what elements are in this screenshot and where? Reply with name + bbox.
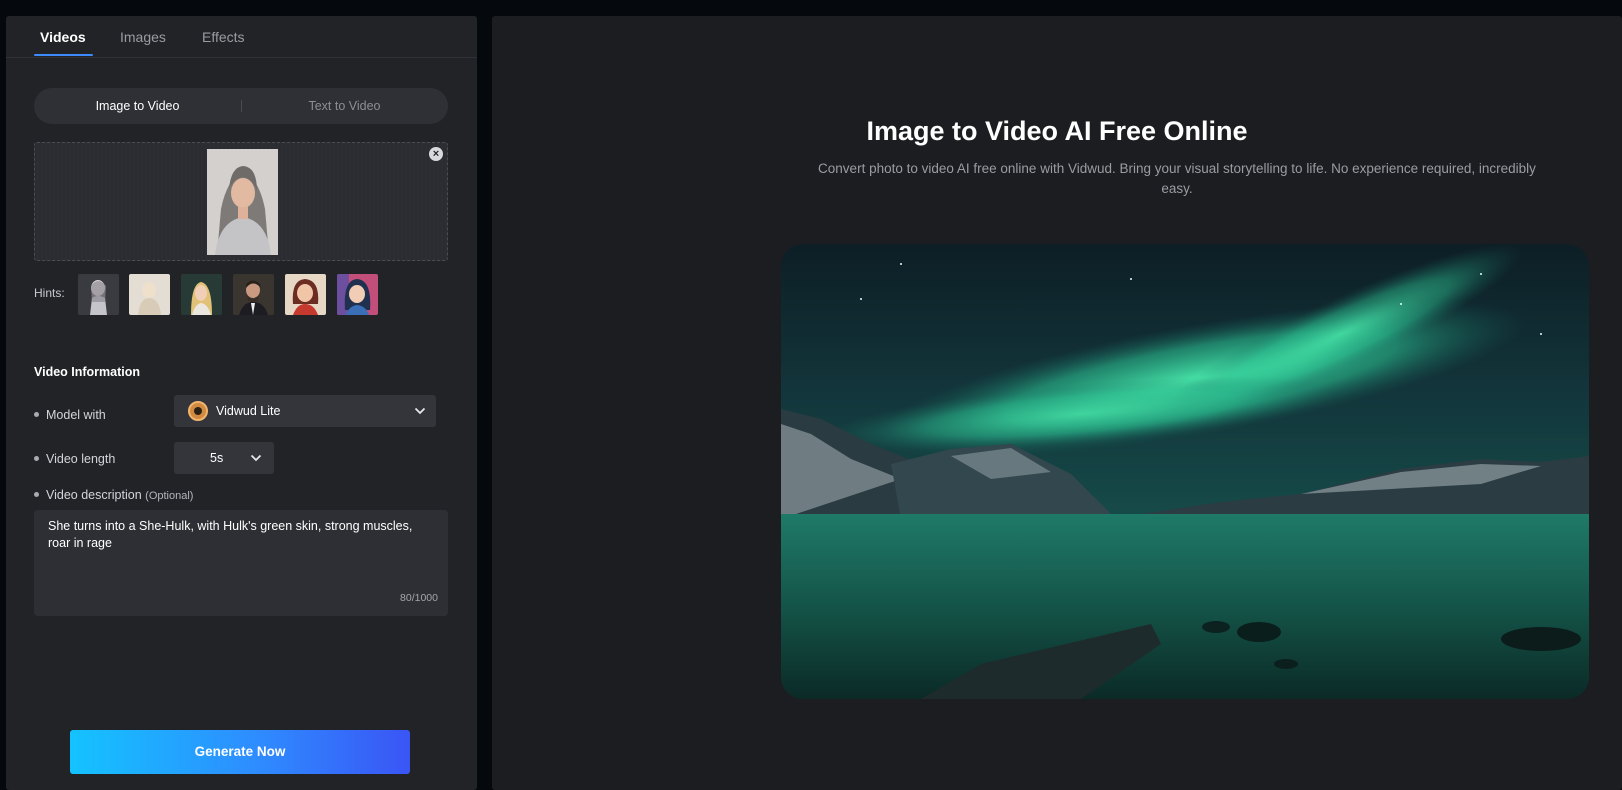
left-panel: Videos Images Effects Image to Video Tex… <box>6 16 477 790</box>
bullet-icon <box>34 492 39 498</box>
tab-images[interactable]: Images <box>120 29 166 45</box>
hint-thumbnail[interactable] <box>129 274 170 315</box>
hero-title: Image to Video AI Free Online <box>866 116 1248 146</box>
generate-now-button[interactable]: Generate Now <box>70 730 410 774</box>
length-label: Video length <box>34 452 115 466</box>
video-information-title: Video Information <box>34 365 141 379</box>
optional-tag: (Optional) <box>145 490 194 502</box>
video-length-select[interactable]: 5s <box>174 442 274 474</box>
model-label: Model with <box>34 408 106 422</box>
tab-effects[interactable]: Effects <box>202 29 245 45</box>
char-count: 80/1000 <box>400 592 438 604</box>
image-upload-area[interactable]: × <box>34 142 448 261</box>
chevron-down-icon <box>414 407 426 415</box>
hints-label: Hints: <box>34 286 65 300</box>
image-to-video-option[interactable]: Image to Video <box>34 88 241 124</box>
vidwud-logo-icon <box>188 401 208 421</box>
bullet-icon <box>34 456 39 462</box>
model-value: Vidwud Lite <box>216 404 281 418</box>
tab-videos[interactable]: Videos <box>40 29 86 45</box>
length-value: 5s <box>210 451 224 465</box>
aurora-showcase-image <box>781 244 1589 699</box>
hint-thumbnail[interactable] <box>78 274 119 315</box>
model-label-text: Model with <box>46 408 106 422</box>
hint-thumbnail[interactable] <box>337 274 378 315</box>
description-text[interactable]: She turns into a She-Hulk, with Hulk's g… <box>48 518 438 552</box>
video-description-input[interactable]: She turns into a She-Hulk, with Hulk's g… <box>34 510 448 616</box>
close-icon[interactable]: × <box>429 147 443 161</box>
model-select[interactable]: Vidwud Lite <box>174 395 436 427</box>
hint-thumbnail[interactable] <box>233 274 274 315</box>
hint-thumbnail[interactable] <box>285 274 326 315</box>
description-label: Video description (Optional) <box>34 488 193 502</box>
right-panel: Image to Video AI Free Online Convert ph… <box>492 16 1622 790</box>
top-tabs: Videos Images Effects <box>6 16 477 58</box>
length-label-text: Video length <box>46 452 116 466</box>
bullet-icon <box>34 412 39 418</box>
chevron-down-icon <box>250 454 262 462</box>
active-tab-indicator <box>34 54 93 56</box>
uploaded-image <box>207 149 278 255</box>
mode-switch: Image to Video Text to Video <box>34 88 448 124</box>
description-label-text: Video description <box>46 488 142 502</box>
text-to-video-option[interactable]: Text to Video <box>241 88 448 124</box>
hint-thumbnail[interactable] <box>181 274 222 315</box>
hero-subtitle: Convert photo to video AI free online wi… <box>818 161 1536 196</box>
